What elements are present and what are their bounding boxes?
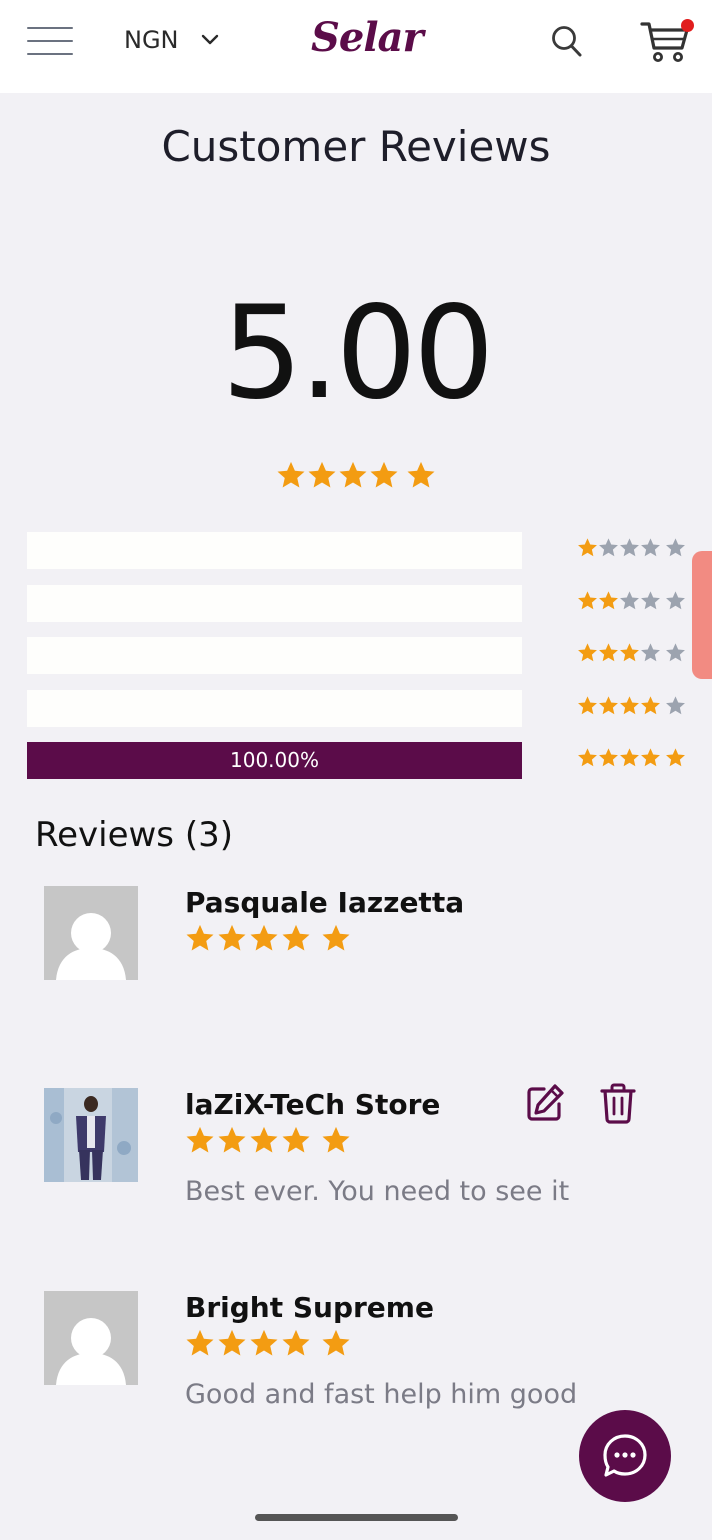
star-filled-icon (620, 643, 639, 662)
star-filled-icon (578, 643, 597, 662)
average-rating: 5.00 (221, 279, 495, 428)
star-empty-icon (620, 538, 639, 557)
star-filled-icon (407, 461, 435, 488)
review-text: Good and fast help him good (185, 1379, 578, 1410)
rating-bar-row (27, 532, 687, 569)
currency-selector[interactable]: NGN (124, 24, 219, 56)
star-filled-icon (339, 461, 367, 488)
rating-bar-row (27, 689, 687, 727)
rating-bar-stars (577, 695, 686, 716)
star-filled-icon (599, 748, 618, 767)
rating-bar-row (27, 584, 687, 622)
star-filled-icon (186, 1126, 214, 1153)
star-empty-icon (666, 590, 685, 609)
star-filled-icon (620, 695, 639, 714)
user-photo (44, 1088, 138, 1182)
star-filled-icon (322, 1329, 350, 1356)
star-filled-icon (322, 1126, 350, 1153)
edit-icon[interactable] (524, 1082, 566, 1124)
star-filled-icon (578, 538, 597, 557)
default-avatar-icon (56, 913, 126, 980)
star-filled-icon (599, 695, 618, 714)
review-stars (185, 1125, 351, 1155)
star-filled-icon (282, 1126, 310, 1153)
chat-button[interactable] (579, 1410, 671, 1502)
star-filled-icon (218, 1329, 246, 1356)
avatar (44, 1291, 138, 1385)
star-filled-icon (620, 748, 639, 767)
rating-bar-stars (577, 537, 686, 558)
top-navbar: NGN Selar (0, 0, 712, 93)
star-filled-icon (250, 924, 278, 951)
cart-badge (681, 19, 694, 32)
rating-bar-stars (577, 642, 686, 663)
rating-bar-track (27, 532, 522, 569)
star-filled-icon (282, 924, 310, 951)
rating-bar-percent: 100.00% (230, 748, 319, 772)
star-empty-icon (620, 590, 639, 609)
star-filled-icon (186, 924, 214, 951)
review-stars (185, 1328, 351, 1358)
star-filled-icon (641, 695, 660, 714)
average-rating-stars (0, 460, 712, 490)
rating-bar-row (27, 637, 687, 674)
star-filled-icon (666, 748, 685, 767)
rating-bar-track (27, 584, 522, 622)
star-empty-icon (666, 538, 685, 557)
avatar (44, 886, 138, 980)
star-filled-icon (578, 748, 597, 767)
star-filled-icon (641, 748, 660, 767)
star-filled-icon (250, 1126, 278, 1153)
star-filled-icon (578, 590, 597, 609)
search-icon[interactable] (551, 25, 583, 59)
currency-label: NGN (124, 26, 179, 54)
scrollbar-handle[interactable] (692, 551, 712, 679)
star-filled-icon (218, 1126, 246, 1153)
rating-bar-track (27, 637, 522, 674)
star-filled-icon (250, 1329, 278, 1356)
star-filled-icon (322, 924, 350, 951)
star-empty-icon (599, 538, 618, 557)
rating-bar-stars (577, 590, 686, 611)
star-filled-icon (599, 590, 618, 609)
chevron-down-icon (201, 34, 218, 45)
review-stars (185, 923, 351, 953)
review-text: Best ever. You need to see it (185, 1176, 570, 1207)
rating-bar-stars (577, 747, 686, 768)
star-filled-icon (308, 461, 336, 488)
rating-bar-row: 100.00% (27, 742, 687, 779)
rating-bar-track: 100.00% (27, 742, 522, 779)
star-empty-icon (641, 643, 660, 662)
star-empty-icon (641, 590, 660, 609)
star-filled-icon (277, 461, 305, 488)
star-filled-icon (370, 461, 398, 488)
reviewer-name: laZiX-TeCh Store (185, 1088, 441, 1121)
selar-logo[interactable]: Selar (311, 14, 424, 61)
reviewer-name: Pasquale Iazzetta (185, 886, 465, 919)
chat-bubble-icon (603, 1434, 647, 1477)
star-filled-icon (282, 1329, 310, 1356)
star-filled-icon (218, 924, 246, 951)
star-empty-icon (666, 643, 685, 662)
star-empty-icon (641, 538, 660, 557)
menu-icon[interactable] (27, 26, 73, 56)
rating-distribution: 100.00% (27, 532, 687, 795)
rating-bar-track (27, 689, 522, 727)
home-indicator (255, 1514, 458, 1521)
star-filled-icon (186, 1329, 214, 1356)
star-empty-icon (666, 695, 685, 714)
default-avatar-icon (56, 1318, 126, 1385)
avatar (44, 1088, 138, 1182)
star-filled-icon (578, 695, 597, 714)
reviewer-name: Bright Supreme (185, 1291, 434, 1324)
star-filled-icon (599, 643, 618, 662)
reviews-heading: Reviews (3) (35, 815, 233, 855)
trash-icon[interactable] (599, 1082, 637, 1124)
page-title: Customer Reviews (161, 122, 551, 171)
